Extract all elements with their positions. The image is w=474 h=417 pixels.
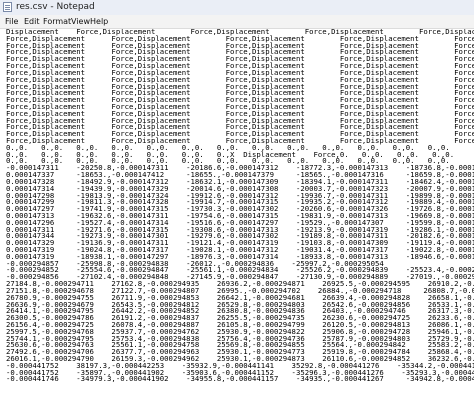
menu-view[interactable]: View [71,15,90,28]
text-editor[interactable]: Displacement Force,Displacement Force,Di… [0,29,474,417]
window-title: res.csv - Notepad [16,2,95,12]
text-line: -0.000441746 -34979.3,-0.000441902 -3495… [6,374,474,384]
notepad-icon [3,2,12,12]
file-contents: Displacement Force,Displacement Force,Di… [0,29,474,383]
menu-file[interactable]: File [5,15,18,28]
menu-edit[interactable]: Edit [24,15,40,28]
menu-format[interactable]: Format [43,15,71,28]
title-bar[interactable]: res.csv - Notepad [0,0,474,16]
menu-help[interactable]: Help [90,15,108,28]
menu-bar: File Edit Format View Help [0,15,474,29]
